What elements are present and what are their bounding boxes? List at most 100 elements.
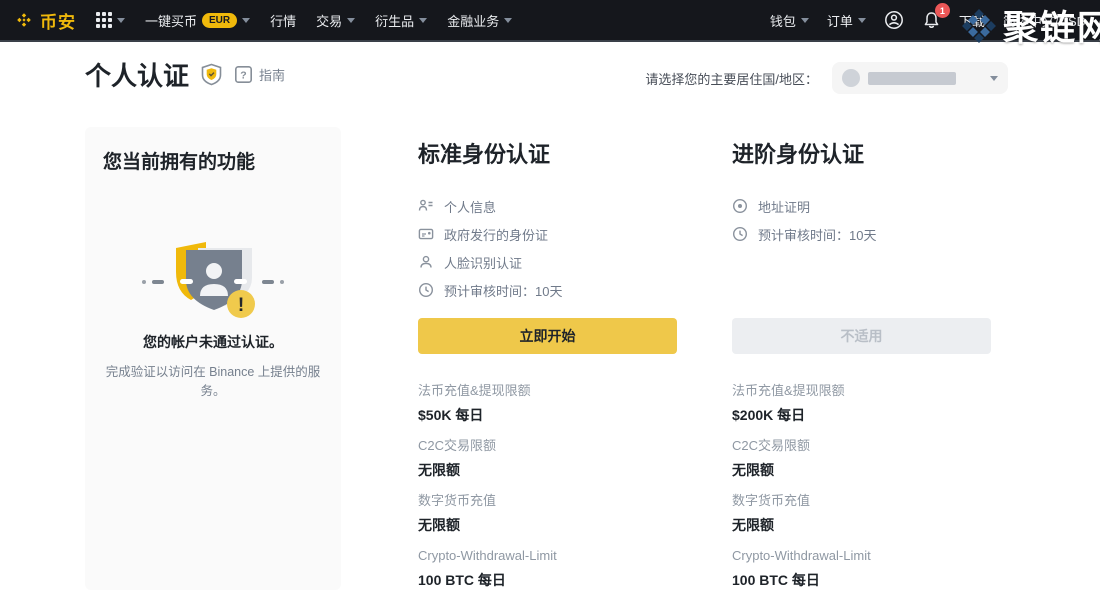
limit-label: Crypto-Withdrawal-Limit <box>732 548 991 564</box>
standard-limits: 法币充值&提现限额 $50K 每日 C2C交易限额 无限额 数字货币充值 无限额… <box>418 383 677 599</box>
chevron-down-icon <box>419 18 427 23</box>
profile-button[interactable] <box>884 10 904 30</box>
top-navbar: 币安 一键买币 EUR 行情 交易 衍生品 金 <box>0 0 1100 42</box>
limit-label: 数字货币充值 <box>418 493 677 509</box>
limit-value: 100 BTC 每日 <box>732 571 991 589</box>
notifications-button[interactable]: 1 <box>922 10 941 30</box>
limit-label: C2C交易限额 <box>732 438 991 454</box>
clock-icon <box>732 226 748 242</box>
guide-book-icon: ? <box>234 65 253 84</box>
requirement-label: 人脸识别认证 <box>444 253 522 272</box>
limit-value: 无限额 <box>732 516 991 534</box>
nav-item-orders[interactable]: 订单 <box>827 11 866 30</box>
notification-count-badge: 1 <box>935 3 950 18</box>
limit-group: 法币充值&提现限额 $200K 每日 <box>732 383 991 424</box>
requirement-label: 个人信息 <box>444 197 496 216</box>
brand-name: 币安 <box>40 8 76 33</box>
limit-value: 无限额 <box>732 461 991 479</box>
nav-item-finance[interactable]: 金融业务 <box>447 11 512 30</box>
nav-label: 行情 <box>270 11 296 30</box>
requirement-face-recognition: 人脸识别认证 <box>418 248 677 276</box>
unverified-shield-illustration: ! <box>138 240 288 322</box>
limit-label: Crypto-Withdrawal-Limit <box>418 548 677 564</box>
nav-item-locale[interactable]: 简体中文/USD <box>1003 11 1086 30</box>
location-icon <box>732 198 748 214</box>
nav-item-trade[interactable]: 交易 <box>316 11 355 30</box>
nav-label: 订单 <box>827 11 853 30</box>
apps-menu[interactable] <box>96 12 125 28</box>
nav-label: 交易 <box>316 11 342 30</box>
chevron-down-icon <box>858 18 866 23</box>
limit-group: Crypto-Withdrawal-Limit 100 BTC 每日 <box>418 548 677 589</box>
standard-verification-section: 标准身份认证 个人信息 政府发行的身份证 <box>418 140 677 599</box>
current-features-card: 您当前拥有的功能 ! 您的帐户未通过认证。 完成验证以访问在 Binance 上… <box>85 127 341 590</box>
svg-text:!: ! <box>238 295 244 316</box>
requirement-review-time: 预计审核时间：10天 <box>418 276 677 304</box>
limit-value: 无限额 <box>418 461 677 479</box>
nav-item-derivatives[interactable]: 衍生品 <box>375 11 427 30</box>
limit-label: 法币充值&提现限额 <box>732 383 991 399</box>
svg-text:?: ? <box>240 69 246 81</box>
limit-label: 法币充值&提现限额 <box>418 383 677 399</box>
limit-group: 数字货币充值 无限额 <box>418 493 677 534</box>
verified-shield-icon <box>201 63 222 86</box>
requirement-government-id: 政府发行的身份证 <box>418 220 677 248</box>
nav-label: 下载 <box>959 11 985 30</box>
nav-label: 简体中文/USD <box>1003 11 1086 30</box>
current-features-title: 您当前拥有的功能 <box>85 127 341 174</box>
apps-grid-icon <box>96 12 112 28</box>
advanced-verification-section: 进阶身份认证 地址证明 预计审核时间：10天 不适用 法币充值&提现限额 <box>732 140 991 599</box>
residence-country-select[interactable] <box>832 62 1008 94</box>
verification-page: 币安 一键买币 EUR 行情 交易 衍生品 金 <box>0 0 1100 599</box>
chevron-down-icon <box>117 18 125 23</box>
person-details-icon <box>418 198 434 214</box>
chevron-down-icon <box>242 18 250 23</box>
requirement-label: 预计审核时间：10天 <box>758 225 876 244</box>
limit-value: 无限额 <box>418 516 677 534</box>
nav-label: 衍生品 <box>375 11 414 30</box>
requirement-review-time: 预计审核时间：10天 <box>732 220 991 248</box>
account-status-description: 完成验证以访问在 Binance 上提供的服务。 <box>85 361 341 399</box>
requirement-label: 政府发行的身份证 <box>444 225 548 244</box>
limit-label: 数字货币充值 <box>732 493 991 509</box>
limit-value: $50K 每日 <box>418 406 677 424</box>
not-applicable-button: 不适用 <box>732 318 991 354</box>
binance-logo[interactable]: 币安 <box>14 8 76 33</box>
nav-item-buy-crypto[interactable]: 一键买币 EUR <box>145 11 250 30</box>
binance-diamond-icon <box>14 10 34 30</box>
chevron-down-icon <box>504 18 512 23</box>
limit-group: 法币充值&提现限额 $50K 每日 <box>418 383 677 424</box>
chevron-down-icon <box>347 18 355 23</box>
limit-label: C2C交易限额 <box>418 438 677 454</box>
advanced-title: 进阶身份认证 <box>732 140 991 170</box>
country-name-placeholder <box>868 72 956 85</box>
nav-item-download[interactable]: 下载 <box>959 11 985 30</box>
requirement-label: 预计审核时间：10天 <box>444 281 562 300</box>
requirement-personal-info: 个人信息 <box>418 192 677 220</box>
limit-group: C2C交易限额 无限额 <box>418 438 677 479</box>
residence-label: 请选择您的主要居住国/地区： <box>645 69 818 88</box>
nav-label: 一键买币 <box>145 11 197 30</box>
id-card-icon <box>418 226 434 242</box>
nav-label: 钱包 <box>770 11 796 30</box>
clock-icon <box>418 282 434 298</box>
flag-placeholder <box>842 69 860 87</box>
face-id-icon <box>418 254 434 270</box>
standard-title: 标准身份认证 <box>418 140 677 170</box>
limit-group: 数字货币充值 无限额 <box>732 493 991 534</box>
start-now-button[interactable]: 立即开始 <box>418 318 677 354</box>
nav-item-wallet[interactable]: 钱包 <box>770 11 809 30</box>
currency-badge: EUR <box>202 13 237 28</box>
limit-group: C2C交易限额 无限额 <box>732 438 991 479</box>
guide-label: 指南 <box>259 65 285 84</box>
chevron-down-icon <box>801 18 809 23</box>
requirement-label: 地址证明 <box>758 197 810 216</box>
nav-label: 金融业务 <box>447 11 499 30</box>
guide-link[interactable]: ? 指南 <box>234 65 285 84</box>
account-status-title: 您的帐户未通过认证。 <box>85 332 341 352</box>
requirement-address-proof: 地址证明 <box>732 192 991 220</box>
nav-item-markets[interactable]: 行情 <box>270 11 296 30</box>
chevron-down-icon <box>990 76 998 81</box>
user-profile-icon <box>884 10 904 30</box>
limit-value: $200K 每日 <box>732 406 991 424</box>
